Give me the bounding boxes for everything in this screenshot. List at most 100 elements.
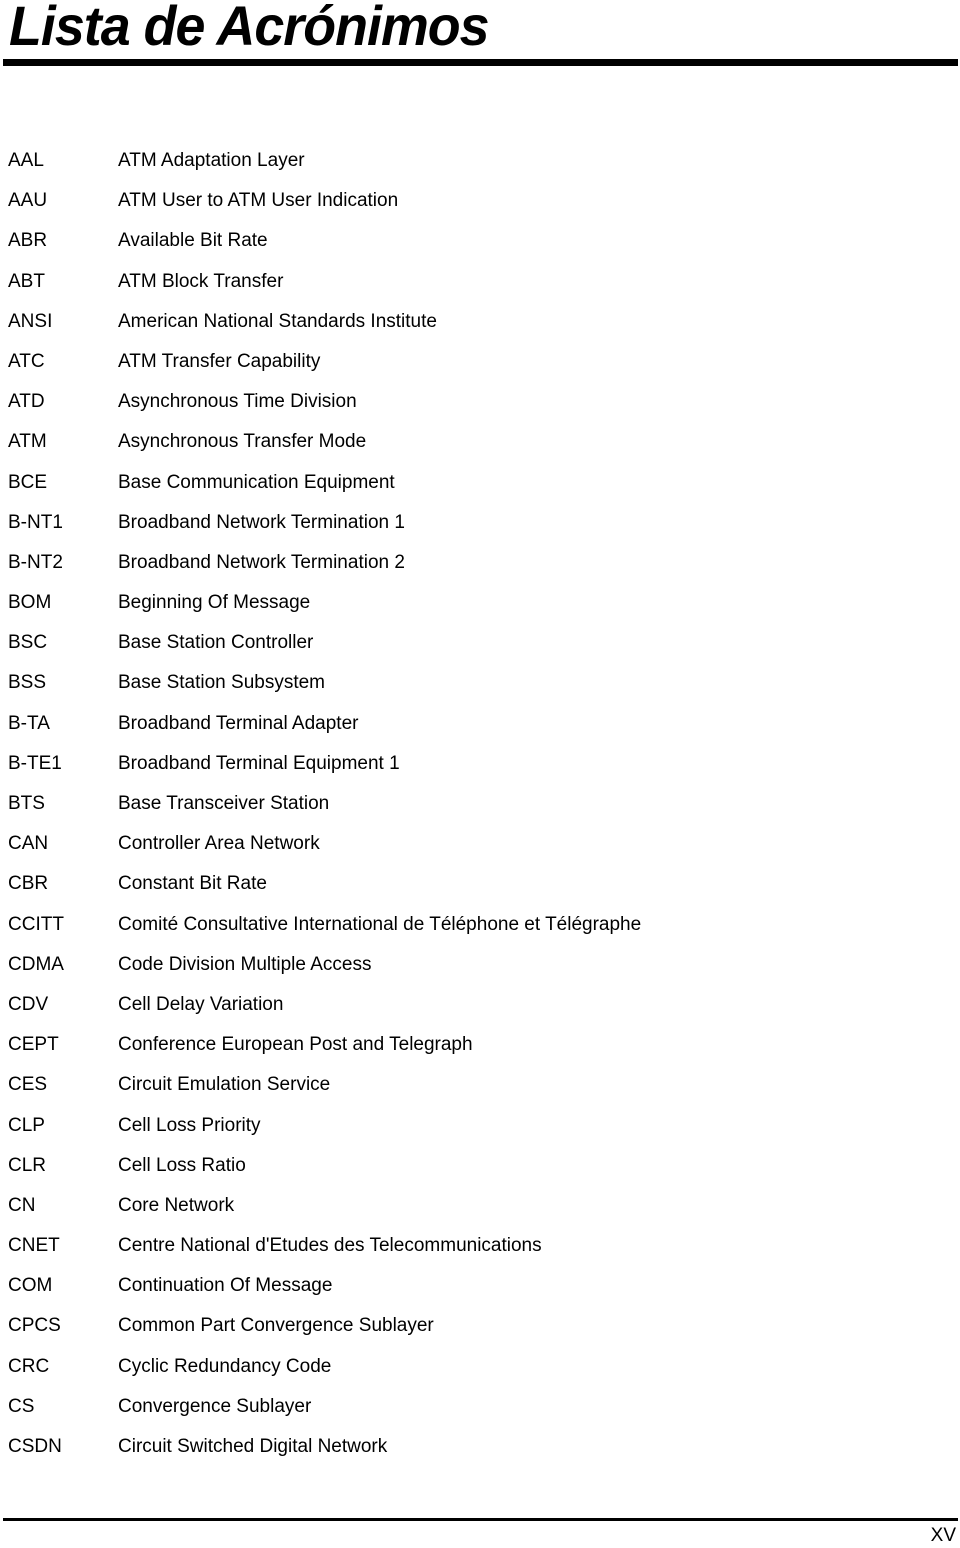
acronym-row: AAU ATM User to ATM User Indication	[0, 181, 960, 221]
acronym-row: CEPT Conference European Post and Telegra…	[0, 1025, 960, 1065]
acronym-term: CRC	[8, 1355, 50, 1377]
acronym-definition: Beginning Of Message	[118, 592, 311, 614]
acronym-row: B-TA Broadband Terminal Adapter	[0, 704, 960, 744]
acronym-definition: Cyclic Redundancy Code	[118, 1355, 332, 1377]
acronym-row: CCITT Comité Consultative International d…	[0, 905, 960, 945]
acronym-term: ATD	[8, 391, 45, 413]
acronym-term: AAU	[8, 190, 48, 212]
acronym-term: AAL	[8, 150, 44, 171]
acronym-term: CLP	[8, 1114, 45, 1136]
title-divider	[3, 59, 958, 66]
acronym-term: CLR	[8, 1154, 47, 1176]
acronym-row: CLP Cell Loss Priority	[0, 1106, 960, 1146]
acronym-row: CRC Cyclic Redundancy Code	[0, 1347, 960, 1387]
acronym-definition: Cell Loss Ratio	[118, 1154, 246, 1176]
acronym-row: CLR Cell Loss Ratio	[0, 1146, 960, 1186]
acronym-definition: Base Transceiver Station	[118, 793, 330, 814]
acronym-row: CPCS Common Part Convergence Sublayer	[0, 1306, 960, 1346]
acronym-term: BSS	[8, 672, 47, 694]
acronym-term: B-NT2	[8, 551, 63, 573]
acronym-definition: Broadband Terminal Adapter	[118, 712, 359, 734]
acronym-term: CES	[8, 1074, 48, 1096]
acronym-definition: Asynchronous Time Division	[118, 391, 357, 413]
acronym-term: CS	[8, 1395, 35, 1417]
acronym-list: AAL ATM Adaptation Layer AAU ATM User to AT…	[0, 141, 960, 1467]
acronym-definition: Asynchronous Transfer Mode	[118, 431, 367, 453]
acronym-term: CDMA	[8, 953, 64, 975]
acronym-term: B-TE1	[8, 752, 62, 774]
acronym-row: CES Circuit Emulation Service	[0, 1065, 960, 1105]
acronym-definition: Controller Area Network	[118, 833, 320, 855]
acronym-row: CN Core Network	[0, 1186, 960, 1226]
acronym-definition: Common Part Convergence Sublayer	[118, 1315, 434, 1337]
acronym-term: B-NT1	[8, 511, 63, 533]
acronym-row: B-NT2 Broadband Network Termination 2	[0, 543, 960, 583]
acronym-term: CNET	[8, 1235, 60, 1257]
acronym-definition: ATM Transfer Capability	[118, 350, 321, 372]
acronym-definition: Cell Delay Variation	[118, 993, 284, 1015]
acronym-row: ATC ATM Transfer Capability	[0, 342, 960, 382]
page-number: XV	[930, 1525, 956, 1546]
acronym-term: B-TA	[8, 712, 50, 734]
acronym-row: BSC Base Station Controller	[0, 623, 960, 663]
acronym-term: BSC	[8, 632, 48, 654]
acronym-definition: Conference European Post and Telegraph	[118, 1034, 473, 1056]
acronym-row: CAN Controller Area Network	[0, 824, 960, 864]
acronym-term: CSDN	[8, 1436, 62, 1457]
acronym-definition: Core Network	[118, 1194, 235, 1216]
acronym-row: ATM Asynchronous Transfer Mode	[0, 422, 960, 462]
acronym-term: COM	[8, 1275, 53, 1297]
acronym-definition: Continuation Of Message	[118, 1275, 333, 1297]
acronym-definition: Convergence Sublayer	[118, 1395, 312, 1417]
acronym-row: ABR Available Bit Rate	[0, 221, 960, 261]
acronym-row: BCE Base Communication Equipment	[0, 463, 960, 503]
acronym-row: BSS Base Station Subsystem	[0, 663, 960, 703]
acronym-term: CCITT	[8, 913, 64, 935]
acronym-definition: Broadband Terminal Equipment 1	[118, 752, 400, 774]
acronym-term: BCE	[8, 471, 48, 493]
acronym-definition: American National Standards Institute	[118, 310, 437, 332]
acronym-definition: ATM Adaptation Layer	[118, 150, 305, 171]
acronym-row: CDV Cell Delay Variation	[0, 985, 960, 1025]
acronym-definition: Cell Loss Priority	[118, 1114, 261, 1136]
acronym-definition: ATM User to ATM User Indication	[118, 190, 399, 212]
acronym-term: ANSI	[8, 310, 53, 332]
acronym-definition: Broadband Network Termination 2	[118, 551, 405, 573]
acronym-definition: Broadband Network Termination 1	[118, 511, 405, 533]
acronym-definition: Available Bit Rate	[118, 230, 268, 252]
acronym-row: CS Convergence Sublayer	[0, 1387, 960, 1427]
acronym-definition: Base Communication Equipment	[118, 471, 395, 493]
acronym-row: BOM Beginning Of Message	[0, 583, 960, 623]
acronym-definition: Centre National d'Etudes des Telecommuni…	[118, 1235, 542, 1257]
footer-divider	[3, 1518, 958, 1521]
acronym-row: ANSI American National Standards Institut…	[0, 302, 960, 342]
acronym-definition: ATM Block Transfer	[118, 270, 284, 292]
acronym-definition: Base Station Subsystem	[118, 672, 325, 694]
acronym-row: CSDN Circuit Switched Digital Network	[0, 1427, 960, 1467]
acronym-row: CNET Centre National d'Etudes des Telecom…	[0, 1226, 960, 1266]
acronym-row: ATD Asynchronous Time Division	[0, 382, 960, 422]
acronym-term: BOM	[8, 592, 52, 614]
acronym-row: AAL ATM Adaptation Layer	[0, 141, 960, 181]
acronym-definition: Code Division Multiple Access	[118, 953, 372, 975]
acronym-term: CBR	[8, 873, 49, 895]
page-title: Lista de Acrónimos	[9, 0, 490, 57]
acronym-definition: Comité Consultative International de Tél…	[118, 913, 642, 935]
acronym-term: CEPT	[8, 1034, 59, 1056]
acronym-definition: Base Station Controller	[118, 632, 314, 654]
acronym-definition: Constant Bit Rate	[118, 873, 267, 895]
acronym-term: BTS	[8, 793, 45, 814]
acronym-term: ABT	[8, 270, 45, 292]
acronym-term: CDV	[8, 993, 49, 1015]
acronym-row: CDMA Code Division Multiple Access	[0, 945, 960, 985]
acronym-row: B-NT1 Broadband Network Termination 1	[0, 503, 960, 543]
acronym-row: ABT ATM Block Transfer	[0, 262, 960, 302]
acronym-row: COM Continuation Of Message	[0, 1266, 960, 1306]
acronym-term: CPCS	[8, 1315, 61, 1337]
acronym-term: ABR	[8, 230, 48, 252]
acronym-row: BTS Base Transceiver Station	[0, 784, 960, 824]
acronym-row: B-TE1 Broadband Terminal Equipment 1	[0, 744, 960, 784]
acronym-definition: Circuit Switched Digital Network	[118, 1436, 388, 1457]
acronym-term: ATM	[8, 431, 47, 453]
acronym-row: CBR Constant Bit Rate	[0, 864, 960, 904]
